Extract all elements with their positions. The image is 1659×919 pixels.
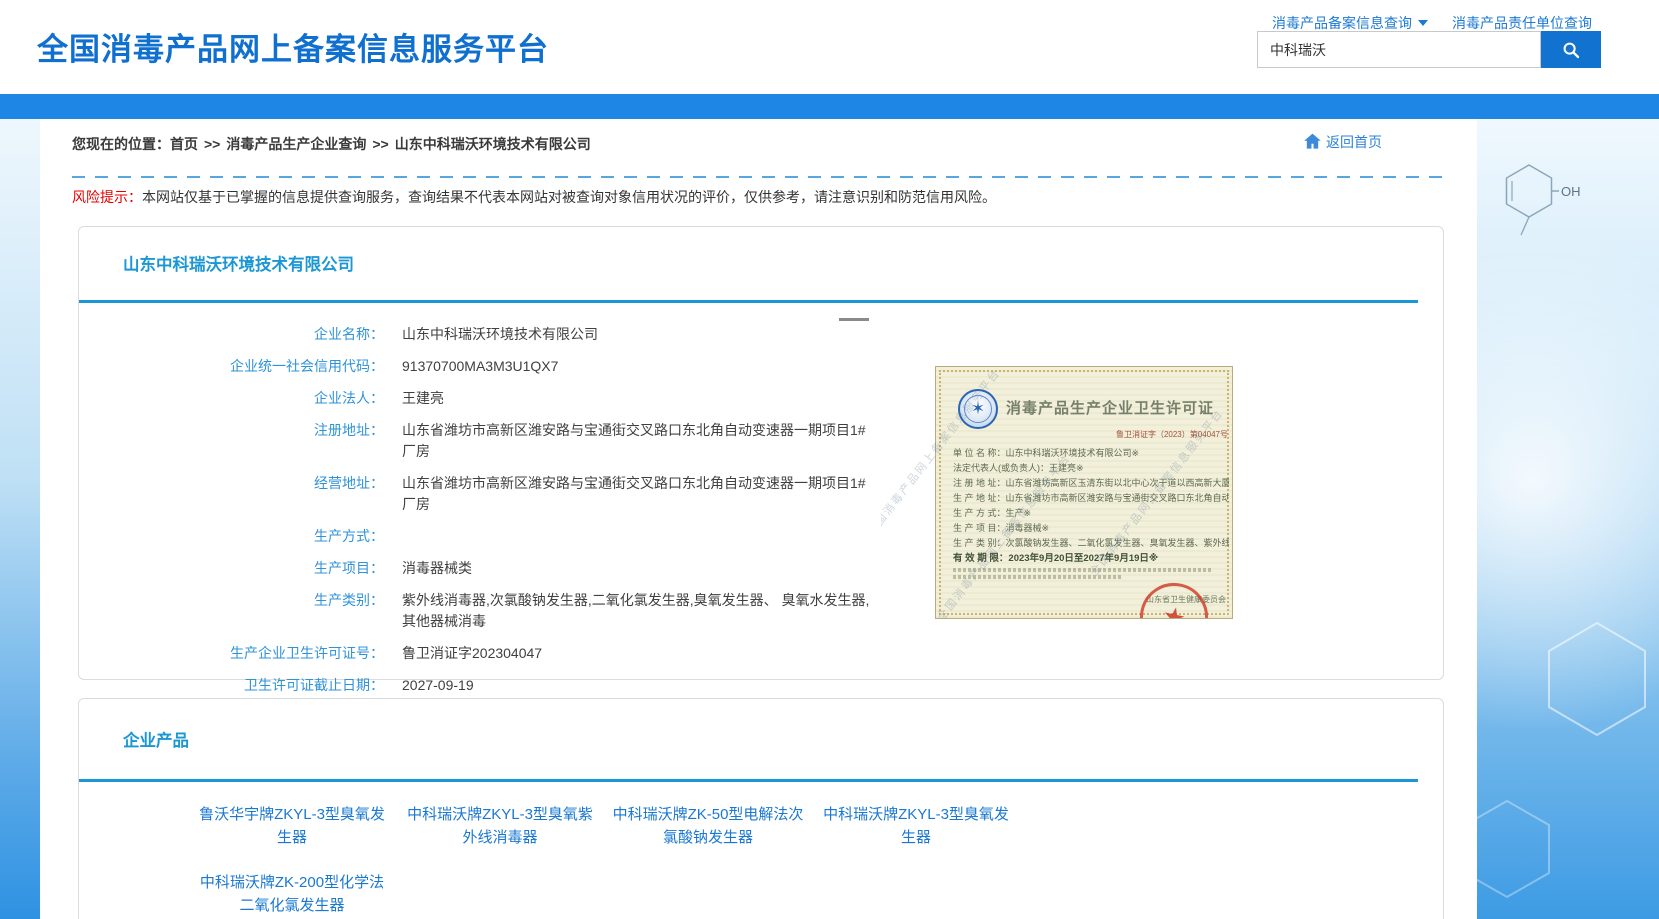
card-title-rule xyxy=(79,300,1418,303)
home-icon xyxy=(1302,131,1323,152)
certificate-line: 生 产 地 址：山东省潍坊市高新区潍安路与宝通街交叉路口东北角自动变速器一期项目… xyxy=(953,491,1229,506)
product-list: 鲁沃华宇牌ZKYL-3型臭氧发生器 中科瑞沃牌ZKYL-3型臭氧紫外线消毒器 中… xyxy=(189,803,1021,917)
field-row: 生产类别： 紫外线消毒器,次氯酸钠发生器,二氧化氯发生器,臭氧发生器、 臭氧水发… xyxy=(79,585,899,638)
products-card-title: 企业产品 xyxy=(123,727,189,751)
certificate-line: 生 产 方 式：生产※ xyxy=(953,506,1229,521)
certificate-fine-print xyxy=(953,568,1211,582)
back-home-label: 返回首页 xyxy=(1326,132,1382,152)
dashed-divider xyxy=(72,176,1445,178)
breadcrumb-separator: >> xyxy=(204,136,220,152)
risk-notice: 风险提示：本网站仅基于已掌握的信息提供查询服务，查询结果不代表本网站对被查询对象… xyxy=(72,187,996,207)
product-link[interactable]: 鲁沃华宇牌ZKYL-3型臭氧发生器 xyxy=(189,803,395,849)
search-icon xyxy=(1560,39,1582,61)
nav-link-backup-info-query[interactable]: 消毒产品备案信息查询 xyxy=(1272,13,1428,33)
search-button[interactable] xyxy=(1541,31,1601,68)
breadcrumb-current: 山东中科瑞沃环境技术有限公司 xyxy=(395,136,591,152)
breadcrumb: 您现在的位置：首页 >> 消毒产品生产企业查询 >> 山东中科瑞沃环境技术有限公司 xyxy=(72,134,591,154)
breadcrumb-category-link[interactable]: 消毒产品生产企业查询 xyxy=(226,136,366,152)
certificate-title: 消毒产品生产企业卫生许可证 xyxy=(1006,397,1214,418)
main-content: 您现在的位置：首页 >> 消毒产品生产企业查询 >> 山东中科瑞沃环境技术有限公司 返回… xyxy=(40,119,1477,919)
top-nav: 消毒产品备案信息查询 消毒产品责任单位查询 xyxy=(1272,13,1592,33)
product-link[interactable]: 中科瑞沃牌ZKYL-3型臭氧发生器 xyxy=(813,803,1019,849)
chevron-down-icon xyxy=(1418,20,1428,26)
breadcrumb-home-link[interactable]: 首页 xyxy=(170,136,198,152)
field-row: 生产企业卫生许可证号： 鲁卫消证字202304047 xyxy=(79,638,899,670)
company-info-card: 山东中科瑞沃环境技术有限公司 企业名称： 山东中科瑞沃环境技术有限公司 企业统一… xyxy=(78,226,1444,680)
field-row: 经营地址： 山东省潍坊市高新区潍安路与宝通街交叉路口东北角自动变速器一期项目1#… xyxy=(79,468,899,521)
nav-link-label: 消毒产品备案信息查询 xyxy=(1272,13,1412,33)
background-left-gradient xyxy=(0,119,40,919)
svg-text:OH: OH xyxy=(1561,184,1581,199)
breadcrumb-prefix: 您现在的位置： xyxy=(72,136,170,152)
certificate-line: 注 册 地 址：山东省潍坊高新区玉清东街以北中心次干道以西高新大厦902号科研※ xyxy=(953,476,1229,491)
field-row: 企业法人： 王建亮 xyxy=(79,383,899,415)
risk-notice-label: 风险提示： xyxy=(72,189,142,205)
nav-link-responsible-unit-query[interactable]: 消毒产品责任单位查询 xyxy=(1452,13,1592,33)
header-accent-band xyxy=(0,94,1659,119)
field-row: 生产方式： xyxy=(79,521,899,553)
background-right-gradient: OH xyxy=(1477,119,1659,919)
company-fields: 企业名称： 山东中科瑞沃环境技术有限公司 企业统一社会信用代码： 9137070… xyxy=(79,319,899,702)
field-row: 生产项目： 消毒器械类 xyxy=(79,553,899,585)
molecule-art-icon: OH xyxy=(1477,119,1659,919)
scan-artifact-line xyxy=(839,318,869,321)
product-link[interactable]: 中科瑞沃牌ZK-200型化学法二氧化氯发生器 xyxy=(189,871,395,917)
product-link[interactable]: 中科瑞沃牌ZKYL-3型臭氧紫外线消毒器 xyxy=(397,803,603,849)
back-home-link[interactable]: 返回首页 xyxy=(1302,131,1382,152)
page: 全国消毒产品网上备案信息服务平台 消毒产品备案信息查询 消毒产品责任单位查询 O… xyxy=(0,0,1659,919)
nav-link-label: 消毒产品责任单位查询 xyxy=(1452,13,1592,33)
field-row: 企业名称： 山东中科瑞沃环境技术有限公司 xyxy=(79,319,899,351)
license-certificate-image: ✶ 消毒产品生产企业卫生许可证 鲁卫消证字（2023）第04047号 单 位 名… xyxy=(881,319,1233,619)
product-link[interactable]: 中科瑞沃牌ZK-50型电解法次氯酸钠发生器 xyxy=(605,803,811,849)
risk-notice-text: 本网站仅基于已掌握的信息提供查询服务，查询结果不代表本网站对被查询对象信用状况的… xyxy=(142,189,996,205)
page-title: 全国消毒产品网上备案信息服务平台 xyxy=(37,24,549,69)
company-card-title: 山东中科瑞沃环境技术有限公司 xyxy=(123,251,354,275)
breadcrumb-separator: >> xyxy=(372,136,388,152)
company-products-card: 企业产品 鲁沃华宇牌ZKYL-3型臭氧发生器 中科瑞沃牌ZKYL-3型臭氧紫外线… xyxy=(78,698,1444,919)
field-row: 注册地址： 山东省潍坊市高新区潍安路与宝通街交叉路口东北角自动变速器一期项目1#… xyxy=(79,415,899,468)
field-row: 企业统一社会信用代码： 91370700MA3M3U1QX7 xyxy=(79,351,899,383)
search-input[interactable] xyxy=(1257,31,1541,68)
card-title-rule xyxy=(79,779,1418,782)
